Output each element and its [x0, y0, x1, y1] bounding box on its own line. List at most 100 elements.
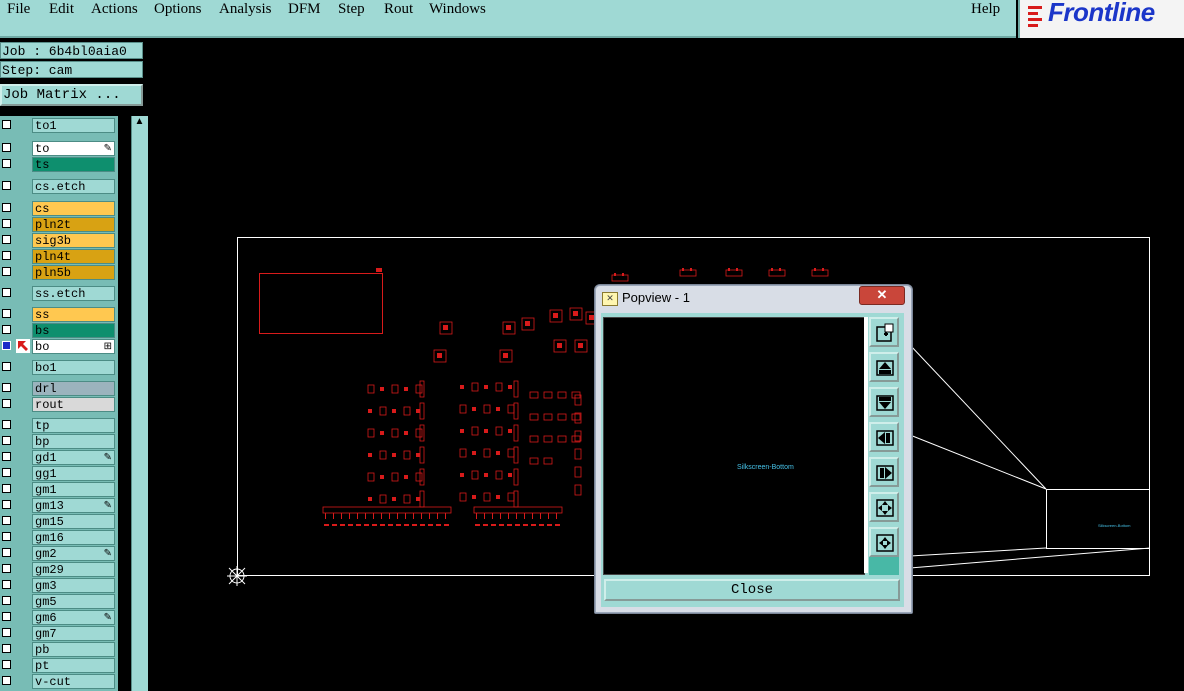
layer-checkbox[interactable]	[2, 143, 11, 152]
layer-checkbox[interactable]	[2, 484, 11, 493]
job-matrix-button[interactable]: Job Matrix ...	[0, 84, 143, 106]
layer-row-bs[interactable]: bs	[0, 323, 118, 338]
close-button[interactable]: Close	[604, 579, 900, 601]
window-close-button[interactable]: ✕	[859, 286, 905, 305]
layer-name[interactable]: cs	[32, 201, 115, 216]
popview-scrollbar[interactable]	[864, 317, 868, 573]
layer-name[interactable]: pb	[32, 642, 115, 657]
layer-checkbox[interactable]	[2, 159, 11, 168]
menu-rout[interactable]: Rout	[384, 1, 413, 18]
layer-row-gm13[interactable]: gm13 ✎	[0, 498, 118, 513]
layer-checkbox[interactable]	[2, 660, 11, 669]
layer-name[interactable]: bs	[32, 323, 115, 338]
layer-checkbox[interactable]	[2, 596, 11, 605]
layer-checkbox[interactable]	[2, 500, 11, 509]
layer-checkbox[interactable]	[2, 564, 11, 573]
layer-name[interactable]: gm13 ✎	[32, 498, 115, 513]
layer-checkbox[interactable]	[2, 420, 11, 429]
layer-name[interactable]: gm2 ✎	[32, 546, 115, 561]
layer-checkbox[interactable]	[2, 309, 11, 318]
layer-row-bo1[interactable]: bo1	[0, 360, 118, 375]
layer-row-ss[interactable]: ss	[0, 307, 118, 322]
layer-name[interactable]: bo ⊞	[32, 339, 115, 354]
layer-row-pln2t[interactable]: pln2t	[0, 217, 118, 232]
layer-name[interactable]: tp	[32, 418, 115, 433]
layer-row-bp[interactable]: bp	[0, 434, 118, 449]
layer-name[interactable]: gm5	[32, 594, 115, 609]
layer-checkbox[interactable]	[2, 548, 11, 557]
layer-name[interactable]: gm15	[32, 514, 115, 529]
layer-checkbox[interactable]	[2, 181, 11, 190]
layer-checkbox[interactable]	[2, 644, 11, 653]
layer-row-gm7[interactable]: gm7	[0, 626, 118, 641]
layer-row-pln5b[interactable]: pln5b	[0, 265, 118, 280]
menu-help[interactable]: Help	[971, 1, 1000, 18]
layer-checkbox[interactable]	[2, 235, 11, 244]
menu-file[interactable]: File	[7, 1, 30, 18]
layer-name[interactable]: gm3	[32, 578, 115, 593]
zoom-fit-button[interactable]	[869, 492, 899, 522]
layer-checkbox[interactable]	[2, 383, 11, 392]
layer-checkbox[interactable]	[2, 120, 11, 129]
layer-row-gm29[interactable]: gm29	[0, 562, 118, 577]
menu-edit[interactable]: Edit	[49, 1, 74, 18]
layer-checkbox[interactable]	[2, 628, 11, 637]
pan-down-button[interactable]	[869, 387, 899, 417]
layer-checkbox[interactable]	[2, 436, 11, 445]
layer-row-gm1[interactable]: gm1	[0, 482, 118, 497]
layer-name[interactable]: v-cut	[32, 674, 115, 689]
layer-name[interactable]: drl	[32, 381, 115, 396]
pan-right-button[interactable]	[869, 457, 899, 487]
layer-checkbox[interactable]	[2, 516, 11, 525]
layer-row-to[interactable]: to ✎	[0, 141, 118, 156]
layer-name[interactable]: gg1	[32, 466, 115, 481]
pan-up-button[interactable]	[869, 352, 899, 382]
layer-row-gg1[interactable]: gg1	[0, 466, 118, 481]
layer-row-sig3b[interactable]: sig3b	[0, 233, 118, 248]
layer-row-gm16[interactable]: gm16	[0, 530, 118, 545]
menu-windows[interactable]: Windows	[429, 1, 486, 18]
menu-options[interactable]: Options	[154, 1, 202, 18]
menu-step[interactable]: Step	[338, 1, 365, 18]
layer-row-drl[interactable]: drl	[0, 381, 118, 396]
layer-name[interactable]: gm29	[32, 562, 115, 577]
layer-checkbox[interactable]	[2, 325, 11, 334]
layer-row-ss.etch[interactable]: ss.etch	[0, 286, 118, 301]
layer-row-tp[interactable]: tp	[0, 418, 118, 433]
layer-checkbox[interactable]	[2, 267, 11, 276]
layer-name[interactable]: pln2t	[32, 217, 115, 232]
layer-checkbox[interactable]	[2, 362, 11, 371]
layer-name[interactable]: cs.etch	[32, 179, 115, 194]
layer-name[interactable]: gm6 ✎	[32, 610, 115, 625]
layer-row-ts[interactable]: ts	[0, 157, 118, 172]
layer-row-rout[interactable]: rout	[0, 397, 118, 412]
pan-left-button[interactable]	[869, 422, 899, 452]
layer-checkbox[interactable]	[2, 452, 11, 461]
layer-checkbox[interactable]	[2, 399, 11, 408]
layer-checkbox[interactable]	[2, 612, 11, 621]
zoom-out-button[interactable]	[869, 527, 899, 557]
layer-name[interactable]: rout	[32, 397, 115, 412]
layer-row-gm6[interactable]: gm6 ✎	[0, 610, 118, 625]
layer-row-gd1[interactable]: gd1 ✎	[0, 450, 118, 465]
layer-name[interactable]: ss	[32, 307, 115, 322]
layer-checkbox[interactable]	[2, 580, 11, 589]
layer-row-gm3[interactable]: gm3	[0, 578, 118, 593]
layer-name[interactable]: ss.etch	[32, 286, 115, 301]
layer-name[interactable]: pln5b	[32, 265, 115, 280]
layer-name[interactable]: gd1 ✎	[32, 450, 115, 465]
layer-checkbox[interactable]	[2, 468, 11, 477]
layer-row-cs[interactable]: cs	[0, 201, 118, 216]
layer-row-cs.etch[interactable]: cs.etch	[0, 179, 118, 194]
zoom-in-button[interactable]	[869, 317, 899, 347]
layer-name[interactable]: sig3b	[32, 233, 115, 248]
layer-row-bo[interactable]: bo ⊞	[0, 339, 118, 354]
layer-row-gm2[interactable]: gm2 ✎	[0, 546, 118, 561]
layer-row-pt[interactable]: pt	[0, 658, 118, 673]
layer-name[interactable]: to ✎	[32, 141, 115, 156]
layer-scrollbar[interactable]: ▲	[131, 116, 148, 691]
layer-name[interactable]: gm7	[32, 626, 115, 641]
popview-canvas[interactable]: Silkscreen-Bottom	[603, 317, 865, 575]
layer-checkbox[interactable]	[2, 203, 11, 212]
layer-name[interactable]: bo1	[32, 360, 115, 375]
